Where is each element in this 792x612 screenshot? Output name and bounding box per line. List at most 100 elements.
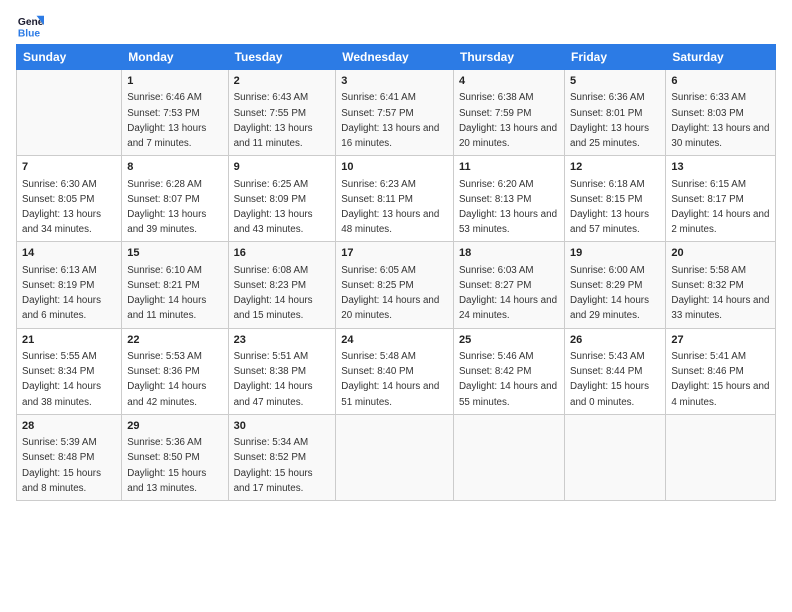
day-cell: 21Sunrise: 5:55 AMSunset: 8:34 PMDayligh… bbox=[17, 328, 122, 414]
day-info: Sunrise: 5:51 AMSunset: 8:38 PMDaylight:… bbox=[234, 351, 313, 408]
day-number: 3 bbox=[341, 74, 448, 89]
day-cell: 1 Sunrise: 6:46 AMSunset: 7:53 PMDaylight… bbox=[122, 70, 228, 156]
day-info: Sunrise: 6:33 AMSunset: 8:03 PMDaylight:… bbox=[671, 92, 769, 149]
day-cell: 29 Sunrise: 5:36 AMSunset: 8:50 PMDayligh… bbox=[122, 414, 228, 500]
header-cell-wednesday: Wednesday bbox=[336, 45, 454, 70]
day-cell: 18 Sunrise: 6:03 AMSunset: 8:27 PMDayligh… bbox=[453, 242, 564, 328]
header-cell-monday: Monday bbox=[122, 45, 228, 70]
day-number: 8 bbox=[127, 160, 222, 175]
day-cell bbox=[17, 70, 122, 156]
day-info: Sunrise: 6:46 AMSunset: 7:53 PMDaylight:… bbox=[127, 92, 206, 149]
header-cell-friday: Friday bbox=[565, 45, 666, 70]
week-row-4: 28 Sunrise: 5:39 AMSunset: 8:48 PMDayligh… bbox=[17, 414, 776, 500]
day-info: Sunrise: 5:39 AMSunset: 8:48 PMDaylight:… bbox=[22, 437, 101, 494]
day-cell: 24 Sunrise: 5:48 AMSunset: 8:40 PMDayligh… bbox=[336, 328, 454, 414]
day-cell bbox=[666, 414, 776, 500]
day-cell: 10 Sunrise: 6:23 AMSunset: 8:11 PMDayligh… bbox=[336, 156, 454, 242]
day-number: 18 bbox=[459, 246, 559, 261]
day-info: Sunrise: 5:41 AMSunset: 8:46 PMDaylight:… bbox=[671, 351, 769, 408]
header-cell-sunday: Sunday bbox=[17, 45, 122, 70]
day-number: 1 bbox=[127, 74, 222, 89]
week-row-1: 7Sunrise: 6:30 AMSunset: 8:05 PMDaylight… bbox=[17, 156, 776, 242]
day-cell: 26Sunrise: 5:43 AMSunset: 8:44 PMDayligh… bbox=[565, 328, 666, 414]
day-number: 19 bbox=[570, 246, 660, 261]
day-number: 9 bbox=[234, 160, 331, 175]
header-cell-thursday: Thursday bbox=[453, 45, 564, 70]
day-cell: 17 Sunrise: 6:05 AMSunset: 8:25 PMDayligh… bbox=[336, 242, 454, 328]
day-info: Sunrise: 5:36 AMSunset: 8:50 PMDaylight:… bbox=[127, 437, 206, 494]
day-number: 13 bbox=[671, 160, 770, 175]
day-info: Sunrise: 5:46 AMSunset: 8:42 PMDaylight:… bbox=[459, 351, 557, 408]
day-info: Sunrise: 5:43 AMSunset: 8:44 PMDaylight:… bbox=[570, 351, 649, 408]
day-info: Sunrise: 6:18 AMSunset: 8:15 PMDaylight:… bbox=[570, 179, 649, 236]
day-cell: 6 Sunrise: 6:33 AMSunset: 8:03 PMDaylight… bbox=[666, 70, 776, 156]
day-info: Sunrise: 6:43 AMSunset: 7:55 PMDaylight:… bbox=[234, 92, 313, 149]
day-cell: 30 Sunrise: 5:34 AMSunset: 8:52 PMDayligh… bbox=[228, 414, 336, 500]
day-info: Sunrise: 6:10 AMSunset: 8:21 PMDaylight:… bbox=[127, 265, 206, 322]
day-number: 20 bbox=[671, 246, 770, 261]
day-info: Sunrise: 6:38 AMSunset: 7:59 PMDaylight:… bbox=[459, 92, 557, 149]
day-cell: 3 Sunrise: 6:41 AMSunset: 7:57 PMDaylight… bbox=[336, 70, 454, 156]
day-info: Sunrise: 6:15 AMSunset: 8:17 PMDaylight:… bbox=[671, 179, 769, 236]
day-cell bbox=[453, 414, 564, 500]
day-number: 22 bbox=[127, 333, 222, 348]
day-number: 27 bbox=[671, 333, 770, 348]
day-number: 2 bbox=[234, 74, 331, 89]
calendar-table: SundayMondayTuesdayWednesdayThursdayFrid… bbox=[16, 44, 776, 501]
day-cell: 5 Sunrise: 6:36 AMSunset: 8:01 PMDaylight… bbox=[565, 70, 666, 156]
day-cell: 13 Sunrise: 6:15 AMSunset: 8:17 PMDayligh… bbox=[666, 156, 776, 242]
header: General Blue bbox=[16, 12, 776, 40]
day-number: 12 bbox=[570, 160, 660, 175]
logo: General Blue bbox=[16, 12, 46, 40]
day-info: Sunrise: 6:08 AMSunset: 8:23 PMDaylight:… bbox=[234, 265, 313, 322]
day-number: 6 bbox=[671, 74, 770, 89]
day-info: Sunrise: 5:53 AMSunset: 8:36 PMDaylight:… bbox=[127, 351, 206, 408]
day-number: 15 bbox=[127, 246, 222, 261]
day-cell: 12 Sunrise: 6:18 AMSunset: 8:15 PMDayligh… bbox=[565, 156, 666, 242]
day-info: Sunrise: 6:36 AMSunset: 8:01 PMDaylight:… bbox=[570, 92, 649, 149]
day-cell: 22 Sunrise: 5:53 AMSunset: 8:36 PMDayligh… bbox=[122, 328, 228, 414]
day-info: Sunrise: 6:03 AMSunset: 8:27 PMDaylight:… bbox=[459, 265, 557, 322]
day-cell: 4Sunrise: 6:38 AMSunset: 7:59 PMDaylight… bbox=[453, 70, 564, 156]
day-cell: 28 Sunrise: 5:39 AMSunset: 8:48 PMDayligh… bbox=[17, 414, 122, 500]
day-number: 23 bbox=[234, 333, 331, 348]
day-number: 21 bbox=[22, 333, 116, 348]
day-info: Sunrise: 6:28 AMSunset: 8:07 PMDaylight:… bbox=[127, 179, 206, 236]
svg-text:Blue: Blue bbox=[18, 28, 41, 39]
day-cell: 27 Sunrise: 5:41 AMSunset: 8:46 PMDayligh… bbox=[666, 328, 776, 414]
day-info: Sunrise: 5:48 AMSunset: 8:40 PMDaylight:… bbox=[341, 351, 439, 408]
day-number: 5 bbox=[570, 74, 660, 89]
week-row-2: 14Sunrise: 6:13 AMSunset: 8:19 PMDayligh… bbox=[17, 242, 776, 328]
day-info: Sunrise: 5:34 AMSunset: 8:52 PMDaylight:… bbox=[234, 437, 313, 494]
day-number: 11 bbox=[459, 160, 559, 175]
day-cell: 8 Sunrise: 6:28 AMSunset: 8:07 PMDaylight… bbox=[122, 156, 228, 242]
day-cell: 20 Sunrise: 5:58 AMSunset: 8:32 PMDayligh… bbox=[666, 242, 776, 328]
day-number: 30 bbox=[234, 419, 331, 434]
day-cell: 7Sunrise: 6:30 AMSunset: 8:05 PMDaylight… bbox=[17, 156, 122, 242]
day-number: 17 bbox=[341, 246, 448, 261]
day-cell: 19 Sunrise: 6:00 AMSunset: 8:29 PMDayligh… bbox=[565, 242, 666, 328]
day-number: 28 bbox=[22, 419, 116, 434]
header-cell-tuesday: Tuesday bbox=[228, 45, 336, 70]
day-info: Sunrise: 5:58 AMSunset: 8:32 PMDaylight:… bbox=[671, 265, 769, 322]
day-info: Sunrise: 6:13 AMSunset: 8:19 PMDaylight:… bbox=[22, 265, 101, 322]
day-number: 24 bbox=[341, 333, 448, 348]
day-cell: 23 Sunrise: 5:51 AMSunset: 8:38 PMDayligh… bbox=[228, 328, 336, 414]
day-cell: 2 Sunrise: 6:43 AMSunset: 7:55 PMDaylight… bbox=[228, 70, 336, 156]
logo-icon: General Blue bbox=[16, 12, 44, 40]
day-number: 10 bbox=[341, 160, 448, 175]
day-info: Sunrise: 6:00 AMSunset: 8:29 PMDaylight:… bbox=[570, 265, 649, 322]
header-row: SundayMondayTuesdayWednesdayThursdayFrid… bbox=[17, 45, 776, 70]
day-info: Sunrise: 6:05 AMSunset: 8:25 PMDaylight:… bbox=[341, 265, 439, 322]
week-row-3: 21Sunrise: 5:55 AMSunset: 8:34 PMDayligh… bbox=[17, 328, 776, 414]
day-number: 16 bbox=[234, 246, 331, 261]
day-info: Sunrise: 6:41 AMSunset: 7:57 PMDaylight:… bbox=[341, 92, 439, 149]
day-info: Sunrise: 6:30 AMSunset: 8:05 PMDaylight:… bbox=[22, 179, 101, 236]
day-info: Sunrise: 6:23 AMSunset: 8:11 PMDaylight:… bbox=[341, 179, 439, 236]
header-cell-saturday: Saturday bbox=[666, 45, 776, 70]
day-cell bbox=[565, 414, 666, 500]
week-row-0: 1 Sunrise: 6:46 AMSunset: 7:53 PMDaylight… bbox=[17, 70, 776, 156]
day-cell: 14Sunrise: 6:13 AMSunset: 8:19 PMDayligh… bbox=[17, 242, 122, 328]
day-cell: 9Sunrise: 6:25 AMSunset: 8:09 PMDaylight… bbox=[228, 156, 336, 242]
day-number: 29 bbox=[127, 419, 222, 434]
